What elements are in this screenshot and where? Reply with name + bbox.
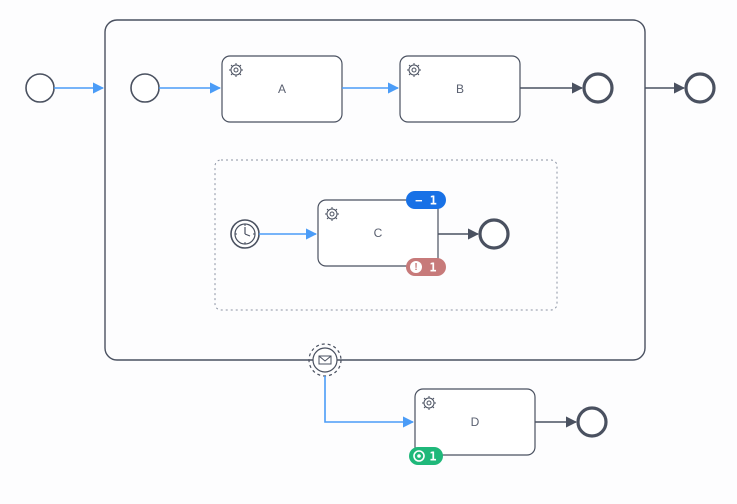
- start-event-inner[interactable]: [131, 74, 159, 102]
- end-event-inner[interactable]: [584, 74, 612, 102]
- task-b[interactable]: B: [400, 56, 520, 122]
- incidents-badge: ! 1: [406, 258, 446, 276]
- instances-badge: − 1: [406, 191, 446, 209]
- task-d-label: D: [471, 415, 480, 429]
- bpmn-diagram: A B C − 1 ! 1: [0, 0, 737, 504]
- timer-start-event[interactable]: [231, 220, 259, 248]
- active-badge: 1: [409, 447, 443, 465]
- expanded-subprocess[interactable]: [105, 20, 645, 360]
- message-boundary-event[interactable]: [309, 344, 341, 376]
- svg-text:1: 1: [429, 450, 436, 464]
- task-b-label: B: [456, 82, 464, 96]
- task-d[interactable]: D: [415, 389, 535, 455]
- task-c[interactable]: C: [318, 200, 438, 266]
- task-a[interactable]: A: [222, 56, 342, 122]
- task-c-label: C: [374, 226, 383, 240]
- end-event-outer[interactable]: [686, 74, 714, 102]
- svg-text:!: !: [414, 262, 417, 273]
- task-a-label: A: [278, 82, 286, 96]
- svg-text:− 1: − 1: [415, 194, 437, 208]
- end-event-c[interactable]: [480, 220, 508, 248]
- end-event-d[interactable]: [578, 408, 606, 436]
- flow-msg-to-d: [325, 376, 413, 422]
- start-event-outer[interactable]: [26, 74, 54, 102]
- svg-text:1: 1: [429, 261, 436, 275]
